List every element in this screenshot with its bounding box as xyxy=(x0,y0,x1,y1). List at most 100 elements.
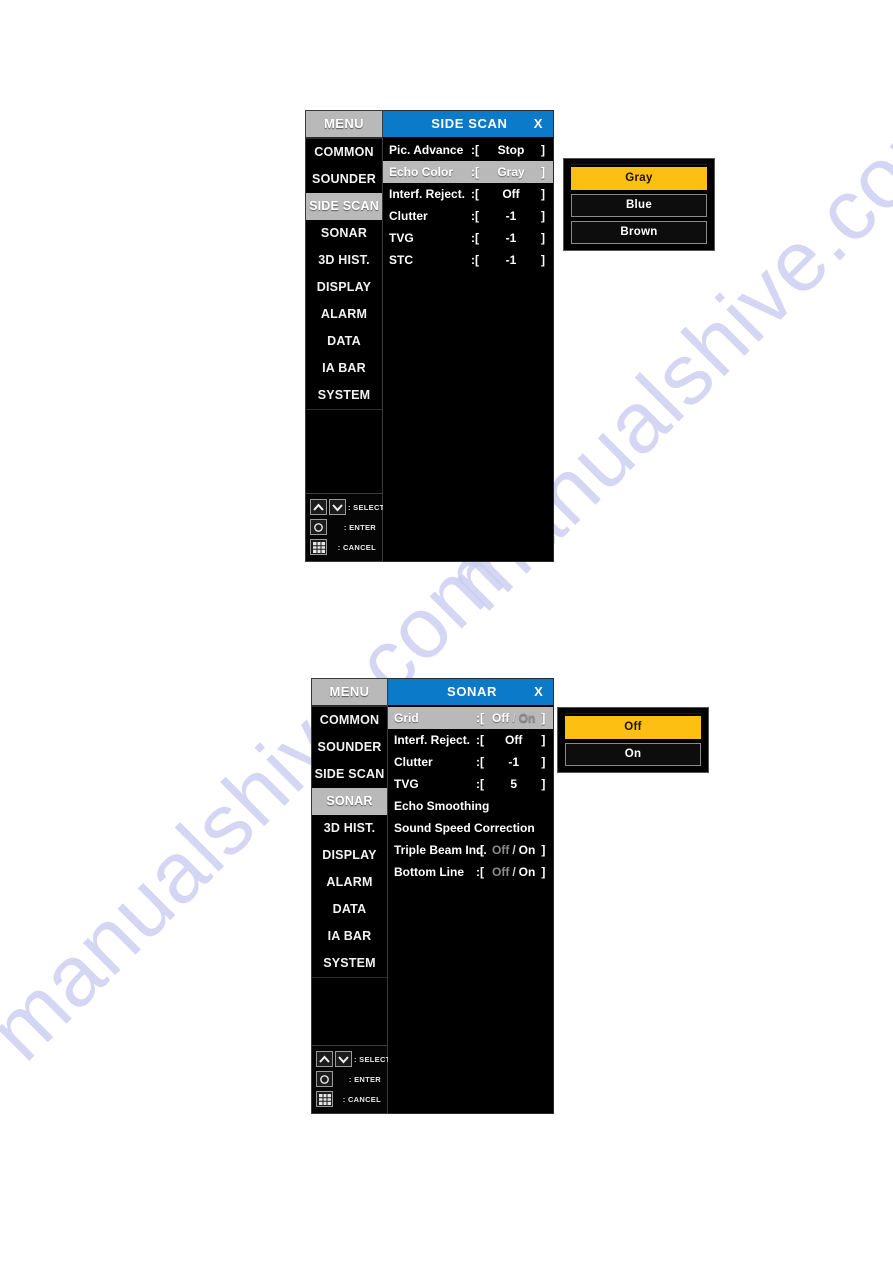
settings-row-tvg[interactable]: TVG:[5] xyxy=(388,773,553,795)
sidebar-item-sounder[interactable]: SOUNDER xyxy=(306,166,382,193)
sidebar-item-ia-bar[interactable]: IA BAR xyxy=(312,923,387,950)
settings-row-sound-speed-correction[interactable]: Sound Speed Correction xyxy=(388,817,553,839)
settings-row-value[interactable]: 5 xyxy=(492,777,535,791)
circle-button-icon xyxy=(310,519,327,535)
grid-dropdown[interactable]: Off On xyxy=(557,707,709,773)
settings-row-value[interactable]: Off xyxy=(487,187,535,201)
content-empty-area xyxy=(388,883,554,1113)
sidebar-item-data[interactable]: DATA xyxy=(312,896,387,923)
settings-row-value[interactable]: -1 xyxy=(487,209,535,223)
settings-row-bottom-line[interactable]: Bottom Line:[Off / On] xyxy=(388,861,553,883)
dropdown-option-list: Off On xyxy=(565,716,701,766)
sidebar-item-side-scan[interactable]: SIDE SCAN xyxy=(312,761,387,788)
dropdown-option-on[interactable]: On xyxy=(565,743,701,766)
legend-row: : SELECT xyxy=(310,498,384,516)
settings-row-value[interactable]: -1 xyxy=(492,755,535,769)
settings-row-echo-smoothing[interactable]: Echo Smoothing xyxy=(388,795,553,817)
legend-row: : ENTER xyxy=(316,1070,384,1088)
settings-row-value[interactable]: -1 xyxy=(487,231,535,245)
settings-row-label: Echo Smoothing xyxy=(394,799,490,813)
toggle-separator: / xyxy=(512,865,516,879)
settings-row-tvg[interactable]: TVG:[-1] xyxy=(383,227,553,249)
legend-row: : CANCEL xyxy=(316,1090,384,1108)
toggle-option-left[interactable]: Off xyxy=(492,711,509,725)
grid-button-icon xyxy=(316,1091,333,1107)
toggle-separator: / xyxy=(512,711,516,725)
settings-row-bracket-close: ] xyxy=(541,187,545,201)
settings-row-bracket-close: ] xyxy=(541,165,545,179)
settings-row-clutter[interactable]: Clutter :[ -1] xyxy=(383,205,553,227)
settings-row-stc[interactable]: STC:[-1] xyxy=(383,249,553,271)
settings-row-bracket-close: ] xyxy=(541,209,545,223)
settings-row-value[interactable]: Off / On xyxy=(492,865,535,879)
dropdown-option-gray[interactable]: Gray xyxy=(571,167,707,190)
sidebar-item-data[interactable]: DATA xyxy=(306,328,382,355)
sidebar-item-sonar[interactable]: SONAR xyxy=(312,788,387,815)
sidebar-item-system[interactable]: SYSTEM xyxy=(306,382,382,409)
sidebar-item-display[interactable]: DISPLAY xyxy=(306,274,382,301)
settings-row-label: STC xyxy=(389,253,413,267)
settings-row-value[interactable]: Off / On xyxy=(492,843,535,857)
legend-label: : ENTER xyxy=(343,522,376,532)
sidebar-item-alarm[interactable]: ALARM xyxy=(306,301,382,328)
settings-row-bracket-open: :[ xyxy=(471,209,479,223)
toggle-option-left[interactable]: Off xyxy=(492,843,509,857)
legend-row: : ENTER xyxy=(310,518,379,536)
page-title: SIDE SCAN xyxy=(431,116,508,131)
settings-row-value[interactable]: Gray xyxy=(487,165,535,179)
sidebar-item-system[interactable]: SYSTEM xyxy=(312,950,387,977)
settings-row-triple-beam-ind[interactable]: Triple Beam Ind.:[Off / On] xyxy=(388,839,553,861)
sidebar-item-common[interactable]: COMMON xyxy=(306,139,382,166)
settings-row-bracket-open: :[ xyxy=(476,711,484,725)
settings-row-bracket-close: ] xyxy=(541,143,545,157)
settings-row-grid[interactable]: Grid:[Off / On] xyxy=(388,707,554,729)
settings-row-value[interactable]: -1 xyxy=(487,253,535,267)
settings-row-value[interactable]: Off xyxy=(492,733,535,747)
settings-row-label: TVG xyxy=(389,231,414,245)
settings-row-bracket-close: ] xyxy=(541,711,546,725)
sidebar-item-sonar[interactable]: SONAR xyxy=(306,220,382,247)
dropdown-clipped-edge xyxy=(571,160,707,165)
dropdown-option-blue[interactable]: Blue xyxy=(571,194,707,217)
settings-row-bracket-close: ] xyxy=(541,231,545,245)
echo-color-dropdown[interactable]: Gray Blue Brown xyxy=(563,158,715,251)
settings-row-label: Echo Color xyxy=(389,165,454,179)
sonar-menu-panel: MENU COMMON SOUNDER SIDE SCAN SONAR 3D HIST.… xyxy=(311,678,555,1114)
sidebar-item-display[interactable]: DISPLAY xyxy=(312,842,387,869)
close-icon[interactable]: X xyxy=(534,684,543,699)
settings-row-bracket-close: ] xyxy=(541,865,546,879)
toggle-option-left[interactable]: Off xyxy=(492,865,509,879)
legend-label: : CANCEL xyxy=(337,542,376,552)
sidebar-item-ia-bar[interactable]: IA BAR xyxy=(306,355,382,382)
settings-row-label: Clutter xyxy=(389,209,428,223)
menu-item-list: COMMON SOUNDER SIDE SCAN SONAR 3D HIST. DISPL… xyxy=(306,138,382,410)
settings-row-pic-advance[interactable]: Pic. Advance:[Stop] xyxy=(383,139,553,161)
settings-row-bracket-open: :[ xyxy=(476,733,484,747)
dropdown-clipped-edge xyxy=(565,709,701,714)
sidebar-item-common[interactable]: COMMON xyxy=(312,707,387,734)
close-icon[interactable]: X xyxy=(534,116,543,131)
settings-row-clutter[interactable]: Clutter:[-1] xyxy=(388,751,553,773)
settings-row-interf-reject[interactable]: Interf. Reject.:[Off] xyxy=(388,729,553,751)
sidebar-item-3d-hist[interactable]: 3D HIST. xyxy=(306,247,382,274)
content-empty-area xyxy=(383,271,553,561)
dropdown-option-off[interactable]: Off xyxy=(565,716,701,739)
sidebar-item-3d-hist[interactable]: 3D HIST. xyxy=(312,815,387,842)
side-scan-content: SIDE SCAN X Pic. Advance:[Stop] Echo Colo… xyxy=(383,110,554,562)
settings-row-echo-color[interactable]: Echo Color:[Gray] xyxy=(383,161,553,183)
content-header: SONAR X xyxy=(388,679,554,705)
toggle-option-right[interactable]: On xyxy=(519,711,536,725)
sidebar-item-sounder[interactable]: SOUNDER xyxy=(312,734,387,761)
settings-row-label: Interf. Reject. xyxy=(389,187,466,201)
side-scan-menu-panel: MENU COMMON SOUNDER SIDE SCAN SONAR 3D HIST.… xyxy=(305,110,554,562)
toggle-option-right[interactable]: On xyxy=(519,865,536,879)
settings-row-value[interactable]: Stop xyxy=(487,143,535,157)
settings-row-value[interactable]: Off / On xyxy=(492,711,535,725)
toggle-option-right[interactable]: On xyxy=(519,843,536,857)
sidebar-item-alarm[interactable]: ALARM xyxy=(312,869,387,896)
down-arrow-icon xyxy=(335,1051,352,1067)
settings-row-interf-reject[interactable]: Interf. Reject.:[Off] xyxy=(383,183,553,205)
dropdown-option-brown[interactable]: Brown xyxy=(571,221,707,244)
settings-row-label: Sound Speed Correction xyxy=(394,821,535,835)
sidebar-item-side-scan[interactable]: SIDE SCAN xyxy=(306,193,382,220)
